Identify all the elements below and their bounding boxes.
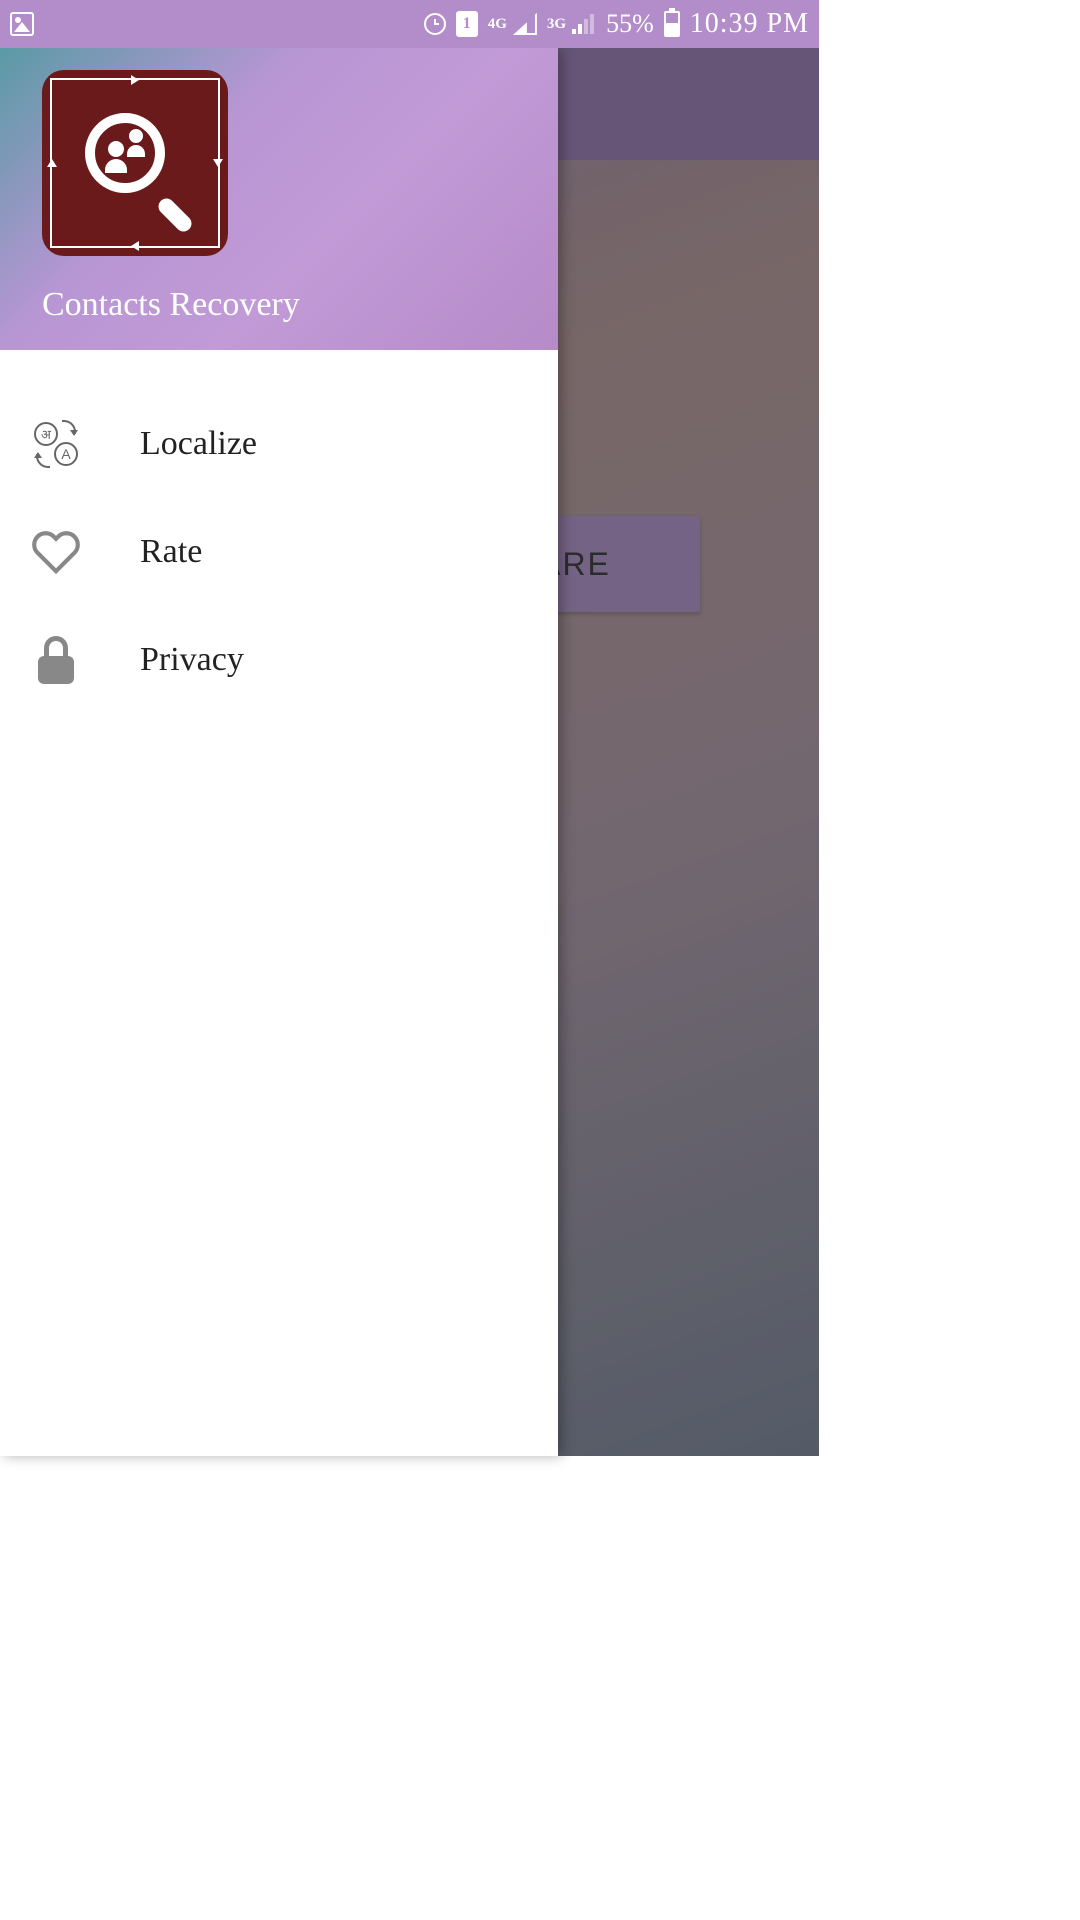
magnifier-icon: [85, 113, 185, 213]
battery-percent: 55%: [606, 9, 654, 39]
alarm-icon: [424, 13, 446, 35]
status-bar: 1 4G 3G 55% 10:39 PM: [0, 0, 819, 48]
app-screen: 1 4G 3G 55% 10:39 PM ARE: [0, 0, 819, 1456]
status-left: [10, 12, 34, 36]
localize-icon: अ A: [30, 418, 82, 470]
status-time: 10:39 PM: [690, 8, 809, 40]
signal-icon-2: [572, 14, 596, 34]
app-logo: [42, 70, 228, 256]
menu-label-localize: Localize: [140, 425, 257, 463]
navigation-drawer: Contacts Recovery अ A Localize: [0, 48, 558, 1456]
drawer-menu: अ A Localize Rate: [0, 350, 558, 714]
network-label-3g: 3G: [547, 16, 566, 33]
heart-icon: [30, 526, 82, 578]
status-right: 1 4G 3G 55% 10:39 PM: [424, 8, 809, 40]
sim-icon: 1: [456, 11, 478, 37]
lock-icon: [30, 634, 82, 686]
photo-notification-icon: [10, 12, 34, 36]
drawer-header: Contacts Recovery: [0, 48, 558, 350]
network-label-4g: 4G: [488, 16, 507, 33]
menu-item-privacy[interactable]: Privacy: [0, 606, 558, 714]
menu-label-privacy: Privacy: [140, 641, 244, 679]
battery-icon: [664, 11, 680, 37]
menu-item-localize[interactable]: अ A Localize: [0, 390, 558, 498]
drawer-app-title: Contacts Recovery: [42, 286, 516, 324]
menu-item-rate[interactable]: Rate: [0, 498, 558, 606]
menu-label-rate: Rate: [140, 533, 202, 571]
signal-icon-1: [513, 13, 537, 35]
